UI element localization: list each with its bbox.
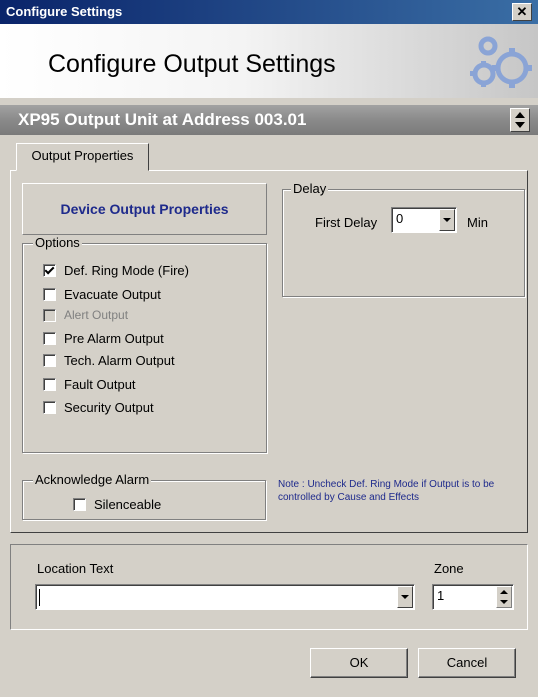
note-text: Note : Uncheck Def. Ring Mode if Output … <box>278 479 495 503</box>
alert-output-checkbox <box>43 308 56 322</box>
delay-legend: Delay <box>291 181 329 196</box>
tech-alarm-output-checkbox[interactable] <box>43 353 56 367</box>
acknowledge-alarm-legend: Acknowledge Alarm <box>33 472 152 487</box>
pre-alarm-output-label: Pre Alarm Output <box>64 330 164 346</box>
title-bar: Configure Settings ✕ <box>0 0 538 24</box>
device-output-properties-label: Device Output Properties <box>60 201 229 217</box>
arrow-up-icon[interactable] <box>500 590 508 594</box>
header-banner: Configure Output Settings <box>0 24 538 98</box>
security-output-option[interactable]: Security Output <box>43 397 154 417</box>
gears-icon <box>470 36 532 88</box>
evacuate-output-checkbox[interactable] <box>43 287 56 301</box>
chevron-down-icon[interactable] <box>439 209 455 231</box>
page-title: Configure Output Settings <box>48 50 336 78</box>
tech-alarm-output-label: Tech. Alarm Output <box>64 352 175 368</box>
pre-alarm-output-option[interactable]: Pre Alarm Output <box>43 328 164 348</box>
tab-output-properties[interactable]: Output Properties <box>16 143 149 171</box>
alert-output-label: Alert Output <box>64 308 129 322</box>
first-delay-label: First Delay <box>315 215 378 230</box>
first-delay-select[interactable]: 0 <box>391 207 457 233</box>
alert-output-option: Alert Output <box>43 305 128 325</box>
zone-spin-buttons[interactable] <box>496 586 512 608</box>
delay-unit-label: Min <box>467 215 488 230</box>
arrow-up-icon[interactable] <box>515 112 525 118</box>
first-delay-value: 0 <box>396 211 404 226</box>
window-title: Configure Settings <box>6 4 123 19</box>
acknowledge-alarm-group: Acknowledge Alarm Silenceable <box>22 472 266 520</box>
pre-alarm-output-checkbox[interactable] <box>43 331 56 345</box>
close-icon: ✕ <box>516 4 528 19</box>
evacuate-output-label: Evacuate Output <box>64 286 161 302</box>
security-output-label: Security Output <box>64 399 154 415</box>
fault-output-checkbox[interactable] <box>43 377 56 391</box>
device-title-bar: XP95 Output Unit at Address 003.01 <box>0 105 538 135</box>
options-group: Options Def. Ring Mode (Fire) Evacuate O… <box>22 235 267 453</box>
location-text-label: Location Text <box>37 561 114 576</box>
zone-label: Zone <box>434 561 464 576</box>
location-text-combobox[interactable] <box>35 584 415 610</box>
fault-output-option[interactable]: Fault Output <box>43 374 136 394</box>
cancel-button[interactable]: Cancel <box>418 648 516 678</box>
options-legend: Options <box>33 235 82 250</box>
evacuate-output-option[interactable]: Evacuate Output <box>43 284 161 304</box>
silenceable-checkbox[interactable] <box>73 497 86 511</box>
ok-button[interactable]: OK <box>310 648 408 678</box>
zone-value: 1 <box>437 588 445 603</box>
fault-output-label: Fault Output <box>64 376 136 392</box>
arrow-down-icon[interactable] <box>515 122 525 128</box>
device-title: XP95 Output Unit at Address 003.01 <box>18 110 307 129</box>
def-ring-mode-checkbox[interactable] <box>43 263 56 277</box>
silenceable-option[interactable]: Silenceable <box>73 494 161 514</box>
def-ring-mode-option[interactable]: Def. Ring Mode (Fire) <box>43 260 189 280</box>
def-ring-mode-label: Def. Ring Mode (Fire) <box>64 262 189 278</box>
device-output-properties-banner: Device Output Properties <box>22 183 267 235</box>
zone-spinner[interactable]: 1 <box>432 584 514 610</box>
tab-label: Output Properties <box>31 148 134 163</box>
silenceable-label: Silenceable <box>94 496 162 512</box>
tech-alarm-output-option[interactable]: Tech. Alarm Output <box>43 350 175 370</box>
device-scroll-spinner[interactable] <box>510 108 530 132</box>
close-button[interactable]: ✕ <box>512 3 532 21</box>
delay-group: Delay First Delay 0 Min <box>282 181 525 297</box>
security-output-checkbox[interactable] <box>43 400 56 414</box>
text-caret <box>39 589 40 606</box>
arrow-down-icon[interactable] <box>500 600 508 604</box>
chevron-down-icon[interactable] <box>397 586 413 608</box>
